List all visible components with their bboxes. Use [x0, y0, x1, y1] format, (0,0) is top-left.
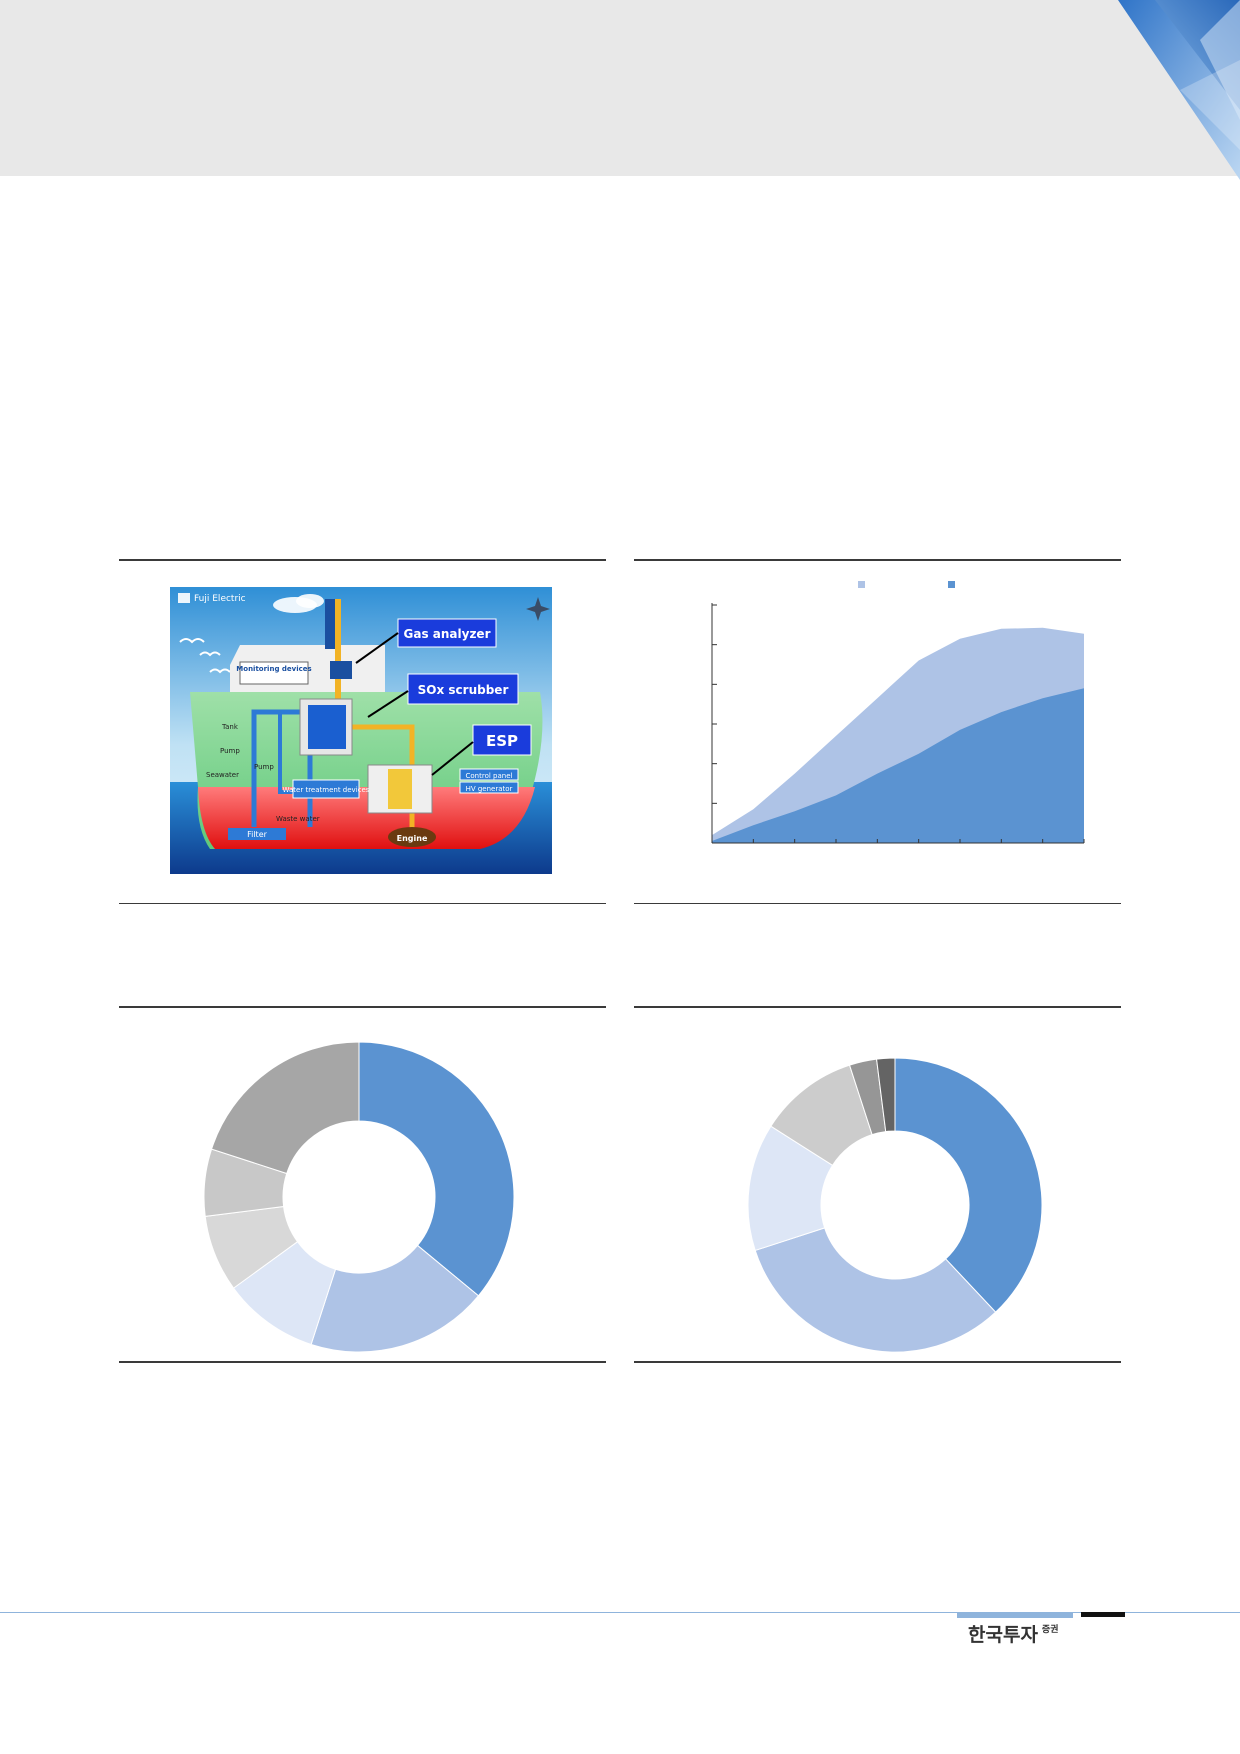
footer-brand: 한국투자 증권 [968, 1620, 1058, 1647]
filter-label: Filter [247, 830, 268, 839]
pump-label: Pump [220, 747, 240, 755]
donut-chart-left [203, 1041, 515, 1353]
panel-rule [634, 1361, 1121, 1363]
legend-swatch-0 [858, 581, 865, 588]
panel-rule [634, 559, 1121, 561]
monitoring-label: Monitoring devices [236, 665, 311, 673]
esp-label: ESP [486, 732, 518, 750]
panel-rule [119, 1006, 606, 1008]
donut-slice-0 [358, 1041, 515, 1297]
seawater-label: Seawater [206, 771, 239, 779]
donut-slice-0 [894, 1057, 1043, 1313]
corner-decoration [1118, 0, 1240, 180]
footer-page-marker [1081, 1612, 1125, 1617]
gas-analyzer-label: Gas analyzer [404, 627, 491, 641]
control-panel-label: Control panel [466, 772, 513, 780]
footer-accent-bar [957, 1612, 1073, 1618]
tank-label: Tank [221, 723, 239, 731]
panel-rule [119, 559, 606, 561]
area-chart [711, 581, 1085, 844]
waste-water-label: Waste water [276, 815, 320, 823]
footer-brand-sup: 증권 [1041, 1625, 1059, 1635]
engine-label: Engine [397, 834, 428, 843]
donut-chart-right [747, 1057, 1043, 1353]
donut-slice-5 [210, 1041, 360, 1175]
panel-rule [634, 903, 1121, 904]
footer-brand-name: 한국투자 [968, 1624, 1038, 1646]
fuji-electric-logo: Fuji Electric [194, 594, 246, 604]
panel-rule [634, 1006, 1121, 1008]
panel-rule [119, 1361, 606, 1363]
panel-rule [119, 903, 606, 904]
pump-label-2: Pump [254, 763, 274, 771]
legend-swatch-1 [948, 581, 955, 588]
header-band [0, 0, 1240, 176]
hv-generator-label: HV generator [466, 785, 513, 793]
ship-scrubber-diagram: Engine Filter Monitoring devices Gas ana… [170, 587, 552, 874]
sox-scrubber-label: SOx scrubber [418, 683, 509, 697]
water-treatment-label: Water treatment devices [283, 786, 370, 794]
